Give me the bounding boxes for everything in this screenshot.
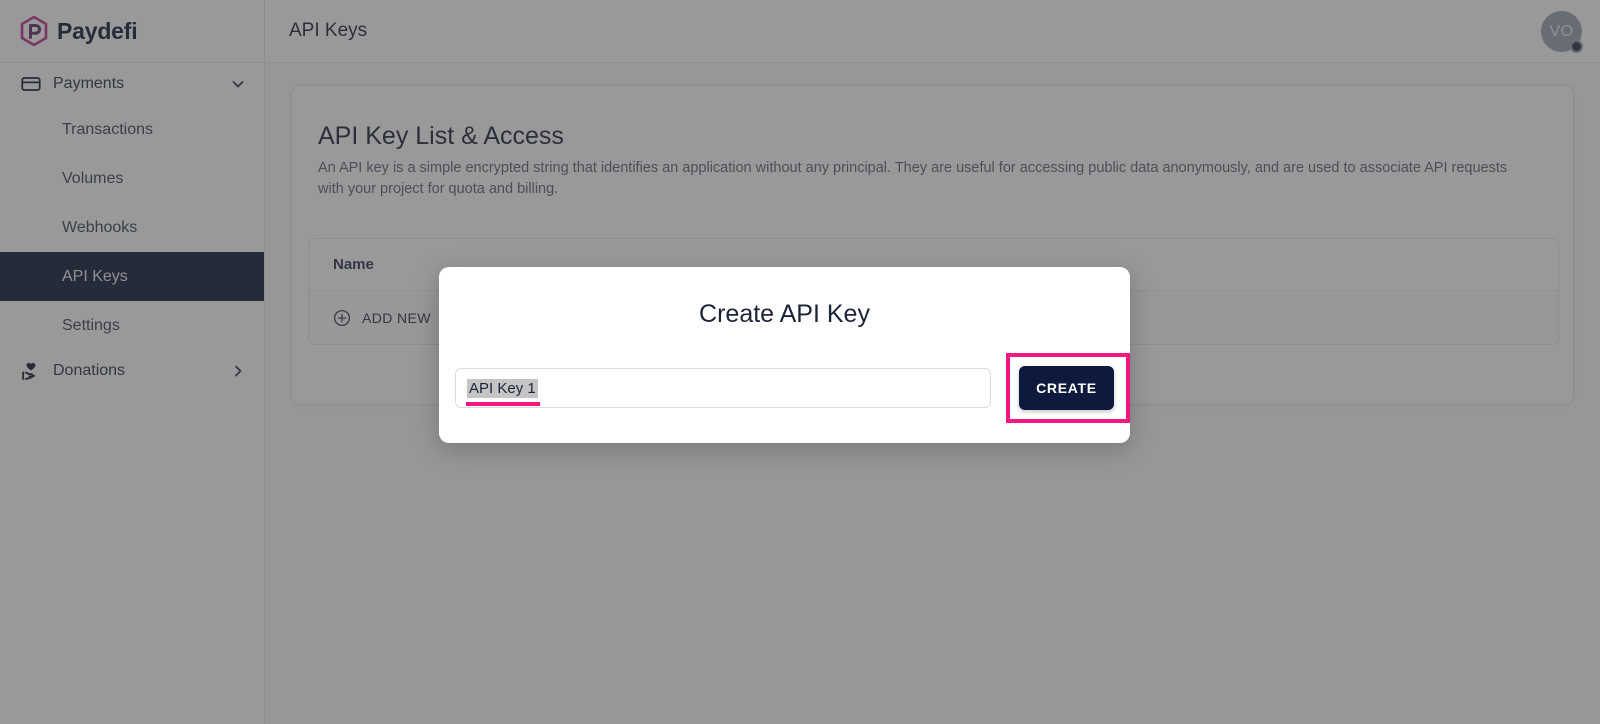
app-root: Paydefi Payments Transactions Volumes We…: [0, 0, 1600, 724]
modal-title: Create API Key: [699, 300, 870, 328]
api-key-name-input[interactable]: API Key 1: [455, 368, 991, 408]
api-key-name-value: API Key 1: [467, 378, 538, 398]
modal-form-row: API Key 1: [455, 368, 991, 408]
create-button[interactable]: CREATE: [1019, 366, 1114, 410]
click-indicator-underline: [466, 402, 540, 406]
